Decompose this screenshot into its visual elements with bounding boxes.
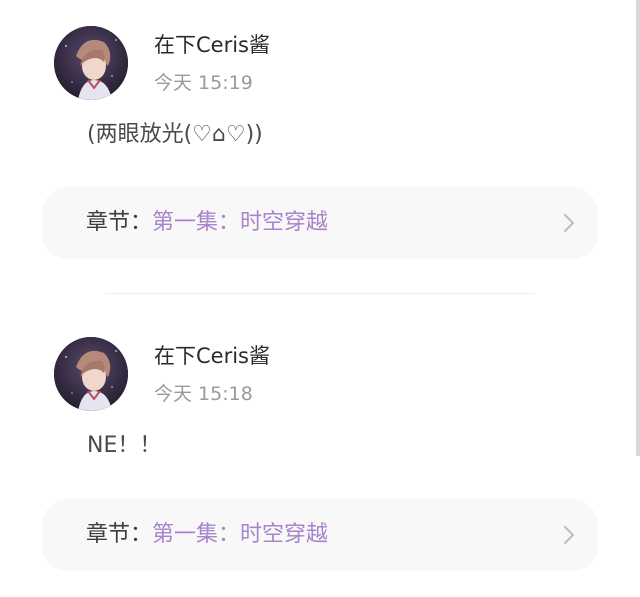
chevron-right-icon xyxy=(564,526,574,544)
username[interactable]: 在下Ceris酱 xyxy=(154,343,270,369)
username[interactable]: 在下Ceris酱 xyxy=(154,32,270,58)
chapter-prefix: 章节： xyxy=(86,522,153,547)
chevron-right-icon xyxy=(564,214,574,232)
divider xyxy=(105,293,535,294)
chapter-name: 第一集：时空穿越 xyxy=(152,522,329,547)
avatar[interactable] xyxy=(54,26,128,100)
chapter-label: 章节：第一集：时空穿越 xyxy=(86,209,328,237)
chapter-prefix: 章节： xyxy=(86,210,153,235)
avatar-image xyxy=(54,26,128,100)
comment-text: (两眼放光(♡⌂♡)) xyxy=(87,122,263,147)
chapter-name: 第一集：时空穿越 xyxy=(152,210,329,235)
chapter-label: 章节：第一集：时空穿越 xyxy=(86,521,328,549)
scrollbar[interactable] xyxy=(636,0,640,456)
timestamp: 今天 15:19 xyxy=(154,72,253,94)
avatar-image xyxy=(54,337,128,411)
avatar[interactable] xyxy=(54,337,128,411)
timestamp: 今天 15:18 xyxy=(154,383,253,405)
chapter-link-card[interactable]: 章节：第一集：时空穿越 xyxy=(42,187,598,259)
comment-text: NE！！ xyxy=(87,433,162,458)
chapter-link-card[interactable]: 章节：第一集：时空穿越 xyxy=(42,499,598,571)
